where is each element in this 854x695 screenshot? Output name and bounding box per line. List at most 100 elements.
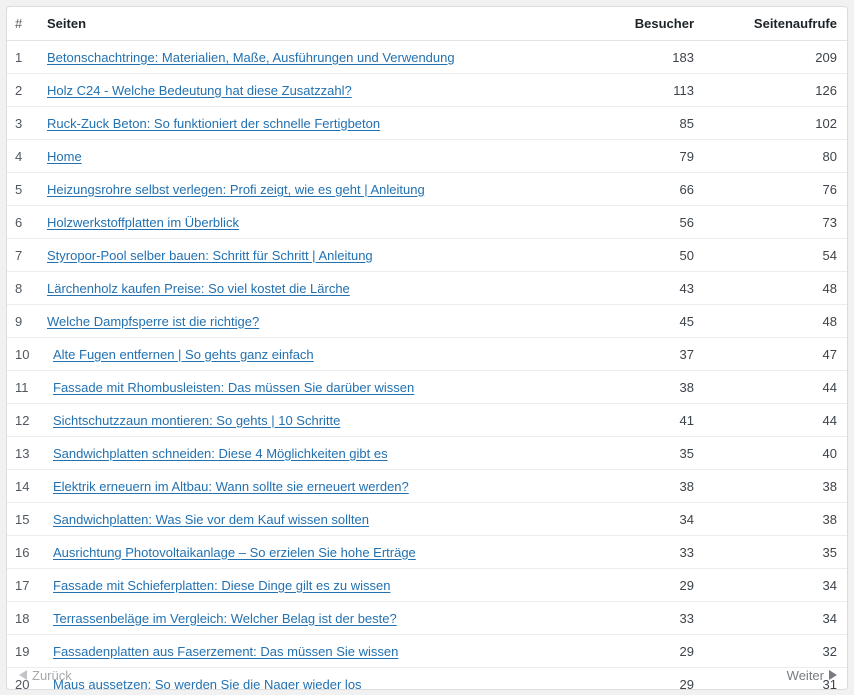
visitors-value: 183 xyxy=(553,40,706,74)
table-body: 1 Betonschachtringe: Materialien, Maße, A… xyxy=(7,40,847,689)
visitors-value: 29 xyxy=(553,568,706,602)
page-link[interactable]: Elektrik erneuern im Altbau: Wann sollte… xyxy=(53,479,409,494)
pageviews-value: 209 xyxy=(706,40,847,74)
page-link[interactable]: Styropor-Pool selber bauen: Schritt für … xyxy=(47,248,373,263)
page-cell: Sandwichplatten: Was Sie vor dem Kauf wi… xyxy=(40,502,553,536)
row-number: 7 xyxy=(7,238,40,272)
table-row: 11 Fassade mit Rhombusleisten: Das müssen… xyxy=(7,370,847,404)
table-row: 5 Heizungsrohre selbst verlegen: Profi ze… xyxy=(7,172,847,206)
page-cell: Holzwerkstoffplatten im Überblick xyxy=(40,205,553,239)
row-number: 17 xyxy=(7,568,40,602)
page-link[interactable]: Fassade mit Schieferplatten: Diese Dinge… xyxy=(53,578,390,593)
page-link[interactable]: Lärchenholz kaufen Preise: So viel koste… xyxy=(47,281,350,296)
column-header-visitors[interactable]: Besucher xyxy=(553,7,706,41)
pageviews-value: 73 xyxy=(706,205,847,239)
page-link[interactable]: Home xyxy=(47,149,82,164)
page-link[interactable]: Ruck-Zuck Beton: So funktioniert der sch… xyxy=(47,116,380,131)
visitors-value: 113 xyxy=(553,73,706,107)
page-link[interactable]: Holzwerkstoffplatten im Überblick xyxy=(47,215,239,230)
table-row: 7 Styropor-Pool selber bauen: Schritt für… xyxy=(7,238,847,272)
page-link[interactable]: Betonschachtringe: Materialien, Maße, Au… xyxy=(47,50,455,65)
page-link[interactable]: Ausrichtung Photovoltaikanlage – So erzi… xyxy=(53,545,416,560)
pageviews-value: 44 xyxy=(706,370,847,404)
visitors-value: 38 xyxy=(553,370,706,404)
page-link[interactable]: Sandwichplatten: Was Sie vor dem Kauf wi… xyxy=(53,512,369,527)
row-number: 4 xyxy=(7,139,40,173)
pageviews-value: 102 xyxy=(706,106,847,140)
row-number: 8 xyxy=(7,271,40,305)
table-row: 18 Terrassenbeläge im Vergleich: Welcher … xyxy=(7,601,847,635)
row-number: 2 xyxy=(7,73,40,107)
pageviews-value: 48 xyxy=(706,304,847,338)
page-cell: Lärchenholz kaufen Preise: So viel koste… xyxy=(40,271,553,305)
page-link[interactable]: Fassade mit Rhombusleisten: Das müssen S… xyxy=(53,380,414,395)
table-row: 13 Sandwichplatten schneiden: Diese 4 Mög… xyxy=(7,436,847,470)
page-link[interactable]: Sichtschutzzaun montieren: So gehts | 10… xyxy=(53,413,340,428)
pageviews-value: 44 xyxy=(706,403,847,437)
page-cell: Fassade mit Schieferplatten: Diese Dinge… xyxy=(40,568,553,602)
row-number: 9 xyxy=(7,304,40,338)
page-cell: Terrassenbeläge im Vergleich: Welcher Be… xyxy=(40,601,553,635)
row-number: 16 xyxy=(7,535,40,569)
pageviews-value: 48 xyxy=(706,271,847,305)
row-number: 13 xyxy=(7,436,40,470)
triangle-right-icon xyxy=(829,670,837,680)
pageviews-value: 40 xyxy=(706,436,847,470)
page-cell: Welche Dampfsperre ist die richtige? xyxy=(40,304,553,338)
table-row: 15 Sandwichplatten: Was Sie vor dem Kauf … xyxy=(7,502,847,536)
page-link[interactable]: Alte Fugen entfernen | So gehts ganz ein… xyxy=(53,347,314,362)
visitors-value: 79 xyxy=(553,139,706,173)
page-link[interactable]: Holz C24 - Welche Bedeutung hat diese Zu… xyxy=(47,83,352,98)
next-page-button[interactable]: Weiter xyxy=(787,668,837,683)
table-header-row: # Seiten Besucher Seitenaufrufe xyxy=(7,7,847,41)
page-link[interactable]: Sandwichplatten schneiden: Diese 4 Mögli… xyxy=(53,446,388,461)
page-cell: Betonschachtringe: Materialien, Maße, Au… xyxy=(40,40,553,74)
top-pages-panel: # Seiten Besucher Seitenaufrufe 1 Betonsc… xyxy=(6,6,848,690)
row-number: 3 xyxy=(7,106,40,140)
page-link[interactable]: Fassadenplatten aus Faserzement: Das müs… xyxy=(53,644,398,659)
table-row: 6 Holzwerkstoffplatten im Überblick 56 73 xyxy=(7,205,847,239)
page-link[interactable]: Welche Dampfsperre ist die richtige? xyxy=(47,314,259,329)
row-number: 18 xyxy=(7,601,40,635)
page-cell: Ruck-Zuck Beton: So funktioniert der sch… xyxy=(40,106,553,140)
table-row: 8 Lärchenholz kaufen Preise: So viel kost… xyxy=(7,271,847,305)
visitors-value: 37 xyxy=(553,337,706,371)
visitors-value: 35 xyxy=(553,436,706,470)
pageviews-value: 38 xyxy=(706,469,847,503)
visitors-value: 43 xyxy=(553,271,706,305)
pageviews-value: 126 xyxy=(706,73,847,107)
page-cell: Ausrichtung Photovoltaikanlage – So erzi… xyxy=(40,535,553,569)
row-number: 12 xyxy=(7,403,40,437)
visitors-value: 33 xyxy=(553,601,706,635)
page-cell: Styropor-Pool selber bauen: Schritt für … xyxy=(40,238,553,272)
row-number: 11 xyxy=(7,370,40,404)
visitors-value: 45 xyxy=(553,304,706,338)
previous-page-button[interactable]: Zurück xyxy=(19,668,72,683)
column-header-pageviews[interactable]: Seitenaufrufe xyxy=(706,7,847,41)
page-cell: Sandwichplatten schneiden: Diese 4 Mögli… xyxy=(40,436,553,470)
page-link[interactable]: Terrassenbeläge im Vergleich: Welcher Be… xyxy=(53,611,397,626)
table-row: 16 Ausrichtung Photovoltaikanlage – So er… xyxy=(7,535,847,569)
previous-page-label: Zurück xyxy=(32,667,72,683)
table-row: 10 Alte Fugen entfernen | So gehts ganz e… xyxy=(7,337,847,371)
visitors-value: 38 xyxy=(553,469,706,503)
top-pages-table: # Seiten Besucher Seitenaufrufe 1 Betonsc… xyxy=(7,7,847,689)
table-row: 17 Fassade mit Schieferplatten: Diese Din… xyxy=(7,568,847,602)
page-link[interactable]: Heizungsrohre selbst verlegen: Profi zei… xyxy=(47,182,425,197)
column-header-number: # xyxy=(7,7,40,41)
column-header-pages[interactable]: Seiten xyxy=(40,7,553,41)
pageviews-value: 47 xyxy=(706,337,847,371)
visitors-value: 66 xyxy=(553,172,706,206)
row-number: 5 xyxy=(7,172,40,206)
pageviews-value: 76 xyxy=(706,172,847,206)
table-row: 3 Ruck-Zuck Beton: So funktioniert der sc… xyxy=(7,106,847,140)
row-number: 6 xyxy=(7,205,40,239)
visitors-value: 85 xyxy=(553,106,706,140)
table-row: 12 Sichtschutzzaun montieren: So gehts | … xyxy=(7,403,847,437)
row-number: 1 xyxy=(7,40,40,74)
pagination: Zurück Weiter xyxy=(7,661,847,689)
visitors-value: 41 xyxy=(553,403,706,437)
visitors-value: 34 xyxy=(553,502,706,536)
table-row: 1 Betonschachtringe: Materialien, Maße, A… xyxy=(7,40,847,74)
page-cell: Fassade mit Rhombusleisten: Das müssen S… xyxy=(40,370,553,404)
